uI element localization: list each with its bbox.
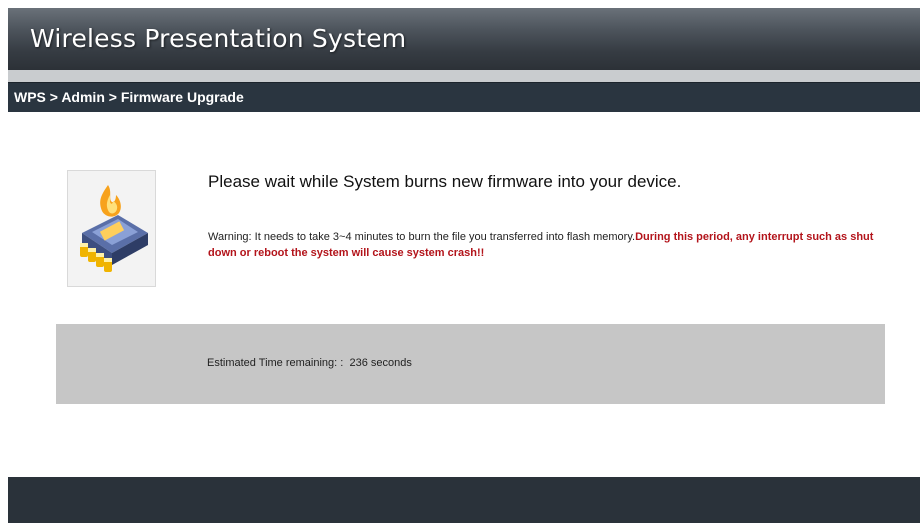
progress-panel: Estimated Time remaining: : 236 seconds [56, 324, 885, 404]
breadcrumb: WPS > Admin > Firmware Upgrade [14, 89, 244, 105]
content-area: Please wait while System burns new firmw… [8, 112, 920, 476]
warning-message: Warning: It needs to take 3~4 minutes to… [208, 229, 888, 261]
estimated-time-value: 236 seconds [349, 357, 412, 369]
estimated-time: Estimated Time remaining: : 236 seconds [207, 357, 412, 369]
app-title: Wireless Presentation System [30, 24, 407, 53]
upgrade-status-message: Please wait while System burns new firmw… [208, 172, 682, 191]
footer-bar [8, 477, 920, 523]
warning-text: Warning: It needs to take 3~4 minutes to… [208, 231, 636, 243]
header-divider [8, 70, 920, 82]
header-bar: Wireless Presentation System [8, 8, 920, 70]
breadcrumb-bar: WPS > Admin > Firmware Upgrade [8, 82, 920, 112]
firmware-chip-icon [67, 170, 156, 287]
app-window: Wireless Presentation System WPS > Admin… [0, 0, 920, 523]
estimated-time-label: Estimated Time remaining: [207, 357, 338, 369]
